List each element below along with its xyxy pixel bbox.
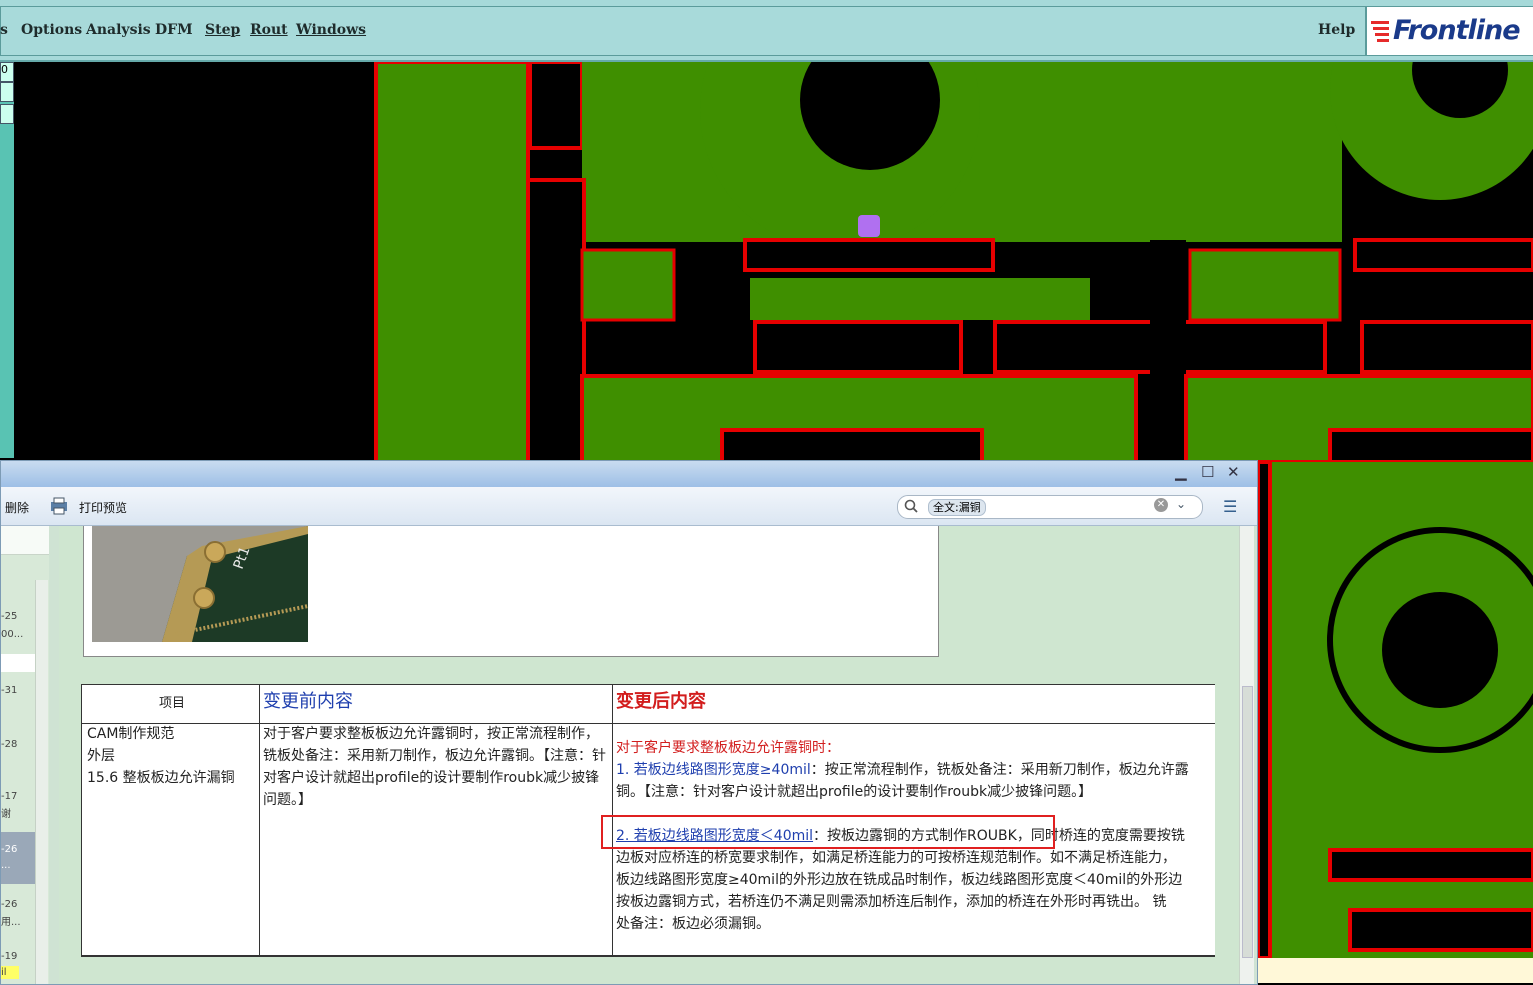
window-title-bar[interactable]: ▁ ☐ ✕ (1, 461, 1257, 487)
left-strip-button[interactable]: 0 (0, 62, 14, 82)
list-item[interactable]: -26 (1, 898, 35, 911)
table-border (81, 685, 82, 955)
item-cell: CAM制作规范 外层 15.6 整板板边允许漏铜 (87, 723, 255, 789)
document-list-sidebar: -25 00... -31 -28 -17 谢 -26 ... -26 用...… (1, 526, 49, 984)
minimize-icon[interactable]: ▁ (1175, 463, 1187, 481)
selected-list-item[interactable]: -26 ... (1, 832, 35, 884)
menu-dfm[interactable]: DFM (155, 22, 193, 38)
after-intro: 对于客户要求整板板边允许露铜时： (616, 740, 840, 756)
change-table: 项目 变更前内容 变更后内容 CAM制作规范 外层 15.6 整板板边允许漏铜 … (81, 684, 1215, 957)
menu-bar: s Options Analysis DFM Step Rout Windows… (0, 0, 1533, 62)
logo-lines-icon (1371, 21, 1389, 42)
list-item[interactable]: il (1, 966, 19, 979)
chevron-down-icon[interactable]: ⌄ (1176, 497, 1186, 511)
left-strip-button-2[interactable] (0, 82, 14, 102)
list-item[interactable]: 谢 (1, 808, 35, 821)
sidebar-scrollbar[interactable] (35, 580, 48, 984)
sidebar-divider (1, 654, 35, 672)
list-item[interactable]: -19 (1, 950, 35, 963)
after-p2-line: 板边线路图形宽度≥40mil的外形边放在铣成品时制作，板边线路图形宽度＜40mi… (616, 872, 1183, 888)
menu-options[interactable]: Options (21, 22, 82, 38)
item-line: 外层 (87, 748, 115, 764)
list-item[interactable]: -28 (1, 738, 35, 751)
frontline-logo: Frontline (1366, 6, 1533, 56)
after-p2-line: 按板边露铜方式，若桥连仍不满足则需添加桥连后制作，添加的桥连在外形时再铣出。 铣 (616, 894, 1167, 910)
pcb-photo: Pt1 (92, 526, 308, 642)
clear-search-icon[interactable]: ✕ (1154, 498, 1168, 512)
menu-help[interactable]: Help (1318, 22, 1355, 38)
printer-icon[interactable] (49, 496, 69, 516)
document-window: ▁ ☐ ✕ 删除 打印预览 全文:漏铜 ✕ ⌄ ☰ -25 00... -31 … (0, 460, 1258, 985)
after-p2-line: 处备注：板边必须漏铜。 (616, 916, 770, 932)
left-strip-label: 0 (1, 63, 8, 76)
list-view-icon[interactable]: ☰ (1223, 497, 1237, 516)
document-toolbar: 删除 打印预览 全文:漏铜 ✕ ⌄ ☰ (1, 487, 1257, 526)
red-highlight-annotation (601, 815, 1055, 849)
after-p1-text: ：按正常流程制作，铣板处备注：采用新刀制作，板边允许露 (810, 762, 1189, 778)
header-before: 变更前内容 (263, 691, 353, 712)
list-item[interactable]: -31 (1, 684, 35, 697)
menu-rout[interactable]: Rout (250, 22, 288, 38)
item-line: CAM制作规范 (87, 726, 175, 742)
menu-cut-item[interactable]: s (0, 22, 8, 38)
menu-step[interactable]: Step (205, 22, 240, 38)
after-p1-condition: 1. 若板边线路图形宽度≥40mil (616, 762, 811, 778)
scrollbar-thumb[interactable] (1242, 686, 1253, 958)
left-tool-strip: 0 (0, 62, 14, 458)
before-cell: 对于客户要求整板板边允许露铜时，按正常流程制作，铣板处备注：采用新刀制作，板边允… (263, 726, 606, 808)
print-preview-button[interactable]: 打印预览 (79, 499, 127, 516)
selected-item-title: ... (1, 860, 11, 871)
selected-item-date: -26 (1, 844, 18, 855)
table-border (259, 685, 260, 955)
search-input[interactable]: 全文:漏铜 ✕ ⌄ (897, 495, 1203, 519)
after-p1-line2: 铜。【注意：针对客户设计就超出profile的设计要制作roubk减少披锋问题。… (616, 784, 1093, 800)
list-item[interactable]: 00... (1, 628, 35, 641)
delete-button[interactable]: 删除 (5, 499, 29, 516)
list-item[interactable]: -17 (1, 790, 35, 803)
search-icon (904, 499, 918, 513)
content-scrollbar[interactable] (1239, 526, 1254, 984)
selection-marker[interactable] (858, 215, 880, 237)
list-item[interactable]: 用... (1, 916, 35, 929)
image-card: Pt1 (83, 526, 939, 657)
list-item[interactable]: -25 (1, 610, 35, 623)
search-filter-tag[interactable]: 全文:漏铜 (928, 499, 986, 516)
menu-analysis[interactable]: Analysis (86, 22, 151, 38)
after-p2-line: 边板对应桥连的桥宽要求制作，如满足桥连能力的可按桥连规范制作。如不满足桥连能力， (616, 850, 1176, 866)
document-content: Pt1 项目 变更前内容 变更后内容 CAM制作规范 外层 15.6 整板板边允… (59, 526, 1239, 984)
maximize-icon[interactable]: ☐ (1201, 463, 1214, 481)
item-line: 15.6 整板板边允许漏铜 (87, 770, 235, 786)
menu-windows[interactable]: Windows (296, 22, 366, 38)
header-after: 变更后内容 (616, 691, 706, 712)
logo-text: Frontline (1393, 15, 1521, 46)
sidebar-header (1, 526, 49, 555)
left-strip-button-3[interactable] (0, 104, 14, 124)
close-icon[interactable]: ✕ (1227, 463, 1240, 481)
header-item: 项目 (159, 696, 186, 711)
